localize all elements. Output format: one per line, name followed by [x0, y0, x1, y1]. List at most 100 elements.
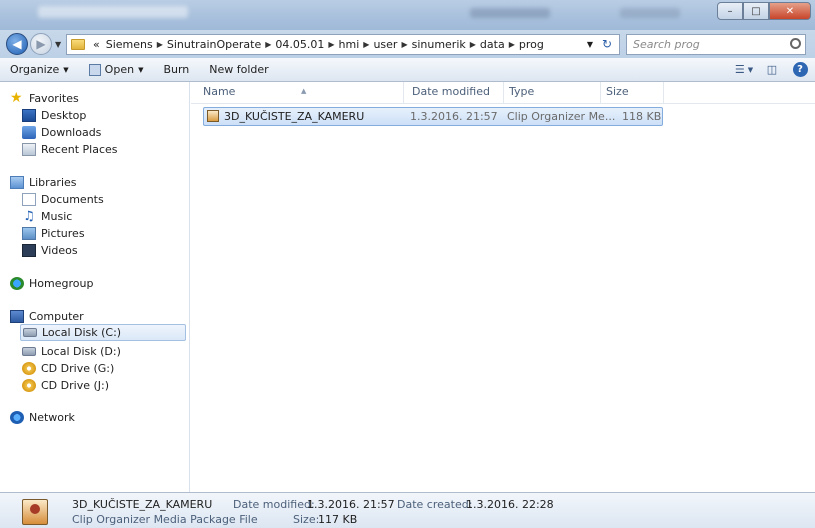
network-icon: [10, 411, 24, 424]
nav-local-disk-d[interactable]: Local Disk (D:): [22, 343, 121, 360]
nav-libraries[interactable]: Libraries: [10, 174, 77, 191]
details-modified-label: Date modified:: [233, 498, 315, 511]
nav-label: Homegroup: [29, 277, 94, 290]
nav-cd-drive-j[interactable]: CD Drive (J:): [22, 377, 109, 394]
address-dropdown-icon[interactable]: ▼: [587, 40, 593, 49]
navigation-bar: ◀ ▶ ▼ « Siemens ▶ SinutrainOperate ▶ 04.…: [0, 30, 815, 58]
nav-homegroup[interactable]: Homegroup: [10, 275, 93, 292]
open-button[interactable]: Open ▼: [79, 59, 154, 81]
nav-downloads[interactable]: Downloads: [22, 124, 101, 141]
nav-recent-places[interactable]: Recent Places: [22, 141, 118, 158]
column-header-size[interactable]: Size: [602, 82, 664, 104]
chevron-right-icon[interactable]: ▶: [508, 40, 516, 49]
chevron-right-icon[interactable]: ▶: [327, 40, 335, 49]
column-header-type[interactable]: Type: [505, 82, 601, 104]
pictures-icon: [22, 227, 36, 240]
column-label: Name: [203, 85, 236, 98]
details-modified-value: 1.3.2016. 21:57: [307, 498, 395, 511]
nav-label: CD Drive (G:): [41, 362, 115, 375]
chevron-right-icon[interactable]: ▶: [362, 40, 370, 49]
column-header-name[interactable]: Name ▲: [199, 82, 404, 104]
file-size: 118 KB: [622, 110, 662, 123]
nav-desktop[interactable]: Desktop: [22, 107, 86, 124]
nav-music[interactable]: ♫ Music: [22, 208, 72, 225]
view-options-icon[interactable]: ☰ ▼: [733, 60, 755, 79]
music-icon: ♫: [23, 209, 35, 224]
preview-pane-icon[interactable]: ◫: [761, 60, 783, 79]
title-blur-region: [470, 8, 550, 18]
search-icon: [790, 38, 801, 49]
nav-label: Network: [29, 411, 75, 424]
breadcrumb-overflow[interactable]: «: [90, 38, 103, 51]
open-label: Open: [104, 63, 135, 76]
breadcrumb-item[interactable]: sinumerik: [409, 38, 469, 51]
file-list[interactable]: Name ▲ Date modified Type Size 3D_KUČIST…: [191, 82, 815, 492]
nav-label: CD Drive (J:): [41, 379, 110, 392]
homegroup-icon: [10, 277, 24, 290]
open-icon: [88, 63, 101, 76]
nav-label: Desktop: [41, 109, 87, 122]
documents-icon: [22, 193, 36, 206]
breadcrumb-item[interactable]: user: [370, 38, 400, 51]
new-folder-button[interactable]: New folder: [199, 59, 278, 81]
downloads-icon: [22, 126, 36, 139]
chevron-right-icon[interactable]: ▶: [156, 40, 164, 49]
details-file-type: Clip Organizer Media Package File: [72, 513, 258, 526]
forward-button[interactable]: ▶: [30, 33, 52, 55]
burn-button[interactable]: Burn: [153, 59, 199, 81]
breadcrumb-item[interactable]: SinutrainOperate: [164, 38, 264, 51]
chevron-right-icon[interactable]: ▶: [264, 40, 272, 49]
details-file-name: 3D_KUČISTE_ZA_KAMERU: [72, 498, 213, 511]
nav-pictures[interactable]: Pictures: [22, 225, 85, 242]
chevron-right-icon[interactable]: ▶: [400, 40, 408, 49]
nav-videos[interactable]: Videos: [22, 242, 78, 259]
maximize-button[interactable]: □: [743, 2, 769, 20]
videos-icon: [22, 244, 36, 257]
help-button[interactable]: ?: [789, 60, 811, 79]
file-type: Clip Organizer Me...: [507, 110, 616, 123]
nav-documents[interactable]: Documents: [22, 191, 104, 208]
help-icon: ?: [792, 62, 808, 77]
nav-network[interactable]: Network: [10, 409, 75, 426]
computer-icon: [10, 310, 24, 323]
recent-places-icon: [22, 143, 36, 156]
cd-drive-icon: [22, 362, 36, 375]
nav-favorites[interactable]: ★ Favorites: [10, 90, 79, 107]
folder-icon: [71, 39, 85, 50]
breadcrumb-item-current[interactable]: prog: [516, 38, 547, 51]
address-bar[interactable]: « Siemens ▶ SinutrainOperate ▶ 04.05.01 …: [66, 34, 620, 55]
nav-computer[interactable]: Computer: [10, 308, 84, 325]
details-created-value: 1.3.2016. 22:28: [466, 498, 554, 511]
new-folder-label: New folder: [209, 63, 269, 76]
back-button[interactable]: ◀: [6, 33, 28, 55]
details-created-label: Date created:: [397, 498, 473, 511]
nav-label: Music: [41, 210, 73, 223]
chevron-down-icon: ▼: [63, 65, 69, 74]
column-header-date[interactable]: Date modified: [408, 82, 504, 104]
close-button[interactable]: ✕: [769, 2, 811, 20]
breadcrumb-item[interactable]: data: [477, 38, 508, 51]
file-name: 3D_KUČISTE_ZA_KAMERU: [224, 110, 365, 123]
recent-pages-dropdown[interactable]: ▼: [55, 40, 61, 49]
nav-label: Libraries: [29, 176, 77, 189]
breadcrumb-item[interactable]: Siemens: [103, 38, 156, 51]
breadcrumb-item[interactable]: 04.05.01: [272, 38, 327, 51]
breadcrumb-item[interactable]: hmi: [336, 38, 363, 51]
details-pane: 3D_KUČISTE_ZA_KAMERU Clip Organizer Medi…: [0, 492, 815, 528]
title-blur-region: [620, 8, 680, 18]
nav-label: Local Disk (D:): [41, 345, 121, 358]
clip-organizer-file-icon: [22, 499, 48, 525]
clip-organizer-file-icon: [207, 110, 219, 122]
details-size-value: 117 KB: [318, 513, 358, 526]
chevron-right-icon[interactable]: ▶: [469, 40, 477, 49]
refresh-icon[interactable]: ↻: [599, 37, 615, 52]
file-row[interactable]: 3D_KUČISTE_ZA_KAMERU 1.3.2016. 21:57 Cli…: [203, 107, 663, 126]
search-input[interactable]: Search prog: [626, 34, 806, 55]
nav-label: Downloads: [41, 126, 102, 139]
organize-button[interactable]: Organize ▼: [0, 59, 79, 81]
desktop-icon: [22, 109, 36, 122]
nav-cd-drive-g[interactable]: CD Drive (G:): [22, 360, 114, 377]
minimize-button[interactable]: –: [717, 2, 743, 20]
chevron-down-icon: ▼: [138, 65, 144, 74]
nav-local-disk-c[interactable]: Local Disk (C:): [20, 324, 186, 341]
